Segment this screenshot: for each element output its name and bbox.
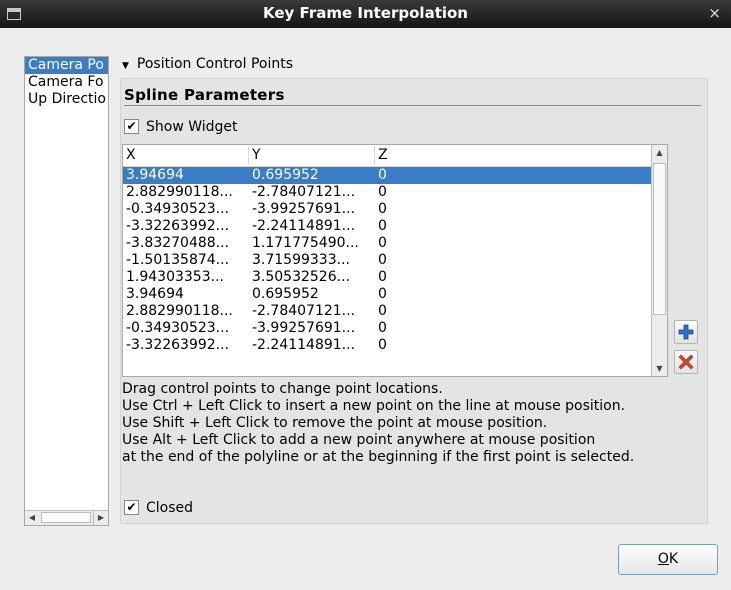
table-row[interactable]: -0.34930523... -3.99257691... 0 bbox=[123, 201, 652, 218]
help-text: Drag control points to change point loca… bbox=[122, 381, 634, 466]
table-row[interactable]: -3.32263992... -2.24114891... 0 bbox=[123, 218, 652, 235]
cell-x[interactable]: -3.32263992... bbox=[123, 218, 249, 235]
cell-z[interactable]: 0 bbox=[375, 167, 652, 184]
show-widget-check-icon[interactable]: ✔ bbox=[124, 118, 139, 134]
show-widget-label: Show Widget bbox=[146, 119, 238, 135]
control-points-table[interactable]: X Y Z 3.94694 0.695952 0 2.882990118... -2.… bbox=[122, 144, 668, 377]
cell-z[interactable]: 0 bbox=[375, 235, 652, 252]
cell-x[interactable]: -3.32263992... bbox=[123, 337, 249, 354]
cell-z[interactable]: 0 bbox=[375, 201, 652, 218]
cell-y[interactable]: 0.695952 bbox=[249, 286, 375, 303]
add-point-button[interactable] bbox=[674, 320, 698, 344]
table-row[interactable]: 2.882990118... -2.78407121... 0 bbox=[123, 184, 652, 201]
table-row[interactable]: -3.32263992... -2.24114891... 0 bbox=[123, 337, 652, 354]
close-icon[interactable]: × bbox=[708, 4, 721, 22]
cell-z[interactable]: 0 bbox=[375, 269, 652, 286]
help-line: Use Ctrl + Left Click to insert a new po… bbox=[122, 398, 626, 414]
table-row[interactable]: -0.34930523... -3.99257691... 0 bbox=[123, 320, 652, 337]
section-header[interactable]: ▼ Position Control Points bbox=[122, 55, 293, 73]
group-divider bbox=[124, 105, 701, 106]
table-header: X Y Z bbox=[123, 145, 652, 167]
title-bar: Key Frame Interpolation × bbox=[0, 0, 731, 28]
list-item-camera-focal-point[interactable]: Camera Fo bbox=[25, 74, 108, 91]
scroll-thumb[interactable] bbox=[653, 163, 666, 315]
cell-y[interactable]: -3.99257691... bbox=[249, 201, 375, 218]
cell-y[interactable]: 3.50532526... bbox=[249, 269, 375, 286]
cell-z[interactable]: 0 bbox=[375, 303, 652, 320]
cell-z[interactable]: 0 bbox=[375, 184, 652, 201]
cell-z[interactable]: 0 bbox=[375, 218, 652, 235]
help-line: Use Alt + Left Click to add a new point … bbox=[122, 432, 596, 448]
cell-z[interactable]: 0 bbox=[375, 337, 652, 354]
cell-x[interactable]: 2.882990118... bbox=[123, 184, 249, 201]
remove-point-button[interactable] bbox=[674, 350, 698, 374]
cell-x[interactable]: -3.83270488... bbox=[123, 235, 249, 252]
ok-button[interactable]: OK bbox=[618, 544, 718, 575]
closed-label: Closed bbox=[146, 500, 194, 516]
scroll-left-icon[interactable]: ◀ bbox=[25, 511, 39, 525]
scroll-thumb[interactable] bbox=[41, 512, 91, 523]
cell-z[interactable]: 0 bbox=[375, 286, 652, 303]
table-row[interactable]: 3.94694 0.695952 0 bbox=[123, 167, 652, 184]
cell-y[interactable]: -2.24114891... bbox=[249, 337, 375, 354]
table-row[interactable]: 3.94694 0.695952 0 bbox=[123, 286, 652, 303]
table-row[interactable]: 1.94303353... 3.50532526... 0 bbox=[123, 269, 652, 286]
collapse-triangle-icon[interactable]: ▼ bbox=[122, 61, 129, 71]
cell-x[interactable]: 3.94694 bbox=[123, 167, 249, 184]
closed-check-icon[interactable]: ✔ bbox=[124, 499, 139, 515]
cell-y[interactable]: -2.78407121... bbox=[249, 303, 375, 320]
cell-y[interactable]: -2.24114891... bbox=[249, 218, 375, 235]
help-line: Use Shift + Left Click to remove the poi… bbox=[122, 415, 548, 431]
ok-label: K bbox=[668, 551, 679, 567]
cell-z[interactable]: 0 bbox=[375, 252, 652, 269]
cell-y[interactable]: 0.695952 bbox=[249, 167, 375, 184]
horizontal-scrollbar[interactable]: ◀ ▶ bbox=[25, 510, 108, 525]
cell-y[interactable]: 1.171775490... bbox=[249, 235, 375, 252]
column-header-y[interactable]: Y bbox=[249, 146, 375, 165]
scroll-up-icon[interactable]: ▲ bbox=[652, 145, 667, 160]
show-widget-checkbox[interactable]: ✔ Show Widget bbox=[124, 118, 238, 136]
column-header-x[interactable]: X bbox=[123, 146, 249, 165]
table-row[interactable]: -1.50135874... 3.71599333... 0 bbox=[123, 252, 652, 269]
cell-y[interactable]: -3.99257691... bbox=[249, 320, 375, 337]
ok-mnemonic: O bbox=[657, 551, 669, 567]
column-header-z[interactable]: Z bbox=[375, 146, 652, 165]
table-row[interactable]: 2.882990118... -2.78407121... 0 bbox=[123, 303, 652, 320]
table-body: 3.94694 0.695952 0 2.882990118... -2.784071… bbox=[123, 167, 652, 354]
scroll-right-icon[interactable]: ▶ bbox=[93, 511, 108, 525]
cell-x[interactable]: -0.34930523... bbox=[123, 201, 249, 218]
cell-x[interactable]: 2.882990118... bbox=[123, 303, 249, 320]
closed-checkbox[interactable]: ✔ Closed bbox=[124, 499, 193, 517]
cell-y[interactable]: -2.78407121... bbox=[249, 184, 375, 201]
help-line: at the end of the polyline or at the beg… bbox=[122, 449, 635, 465]
vertical-scrollbar[interactable]: ▲ ▼ bbox=[651, 145, 667, 376]
cell-x[interactable]: 3.94694 bbox=[123, 286, 249, 303]
help-line: Drag control points to change point loca… bbox=[122, 381, 443, 397]
plus-icon bbox=[678, 324, 694, 340]
list-item-up-direction[interactable]: Up Directio bbox=[25, 91, 108, 108]
section-label: Position Control Points bbox=[136, 56, 293, 72]
cell-x[interactable]: -0.34930523... bbox=[123, 320, 249, 337]
group-title: Spline Parameters bbox=[124, 86, 285, 104]
cell-x[interactable]: 1.94303353... bbox=[123, 269, 249, 286]
scroll-down-icon[interactable]: ▼ bbox=[652, 361, 667, 376]
cell-x[interactable]: -1.50135874... bbox=[123, 252, 249, 269]
property-list[interactable]: Camera Po Camera Fo Up Directio ◀ ▶ bbox=[24, 56, 109, 526]
remove-x-icon bbox=[678, 354, 694, 370]
cell-y[interactable]: 3.71599333... bbox=[249, 252, 375, 269]
table-row[interactable]: -3.83270488... 1.171775490... 0 bbox=[123, 235, 652, 252]
window-title: Key Frame Interpolation bbox=[263, 4, 468, 22]
list-item-camera-position[interactable]: Camera Po bbox=[25, 57, 108, 74]
cell-z[interactable]: 0 bbox=[375, 320, 652, 337]
